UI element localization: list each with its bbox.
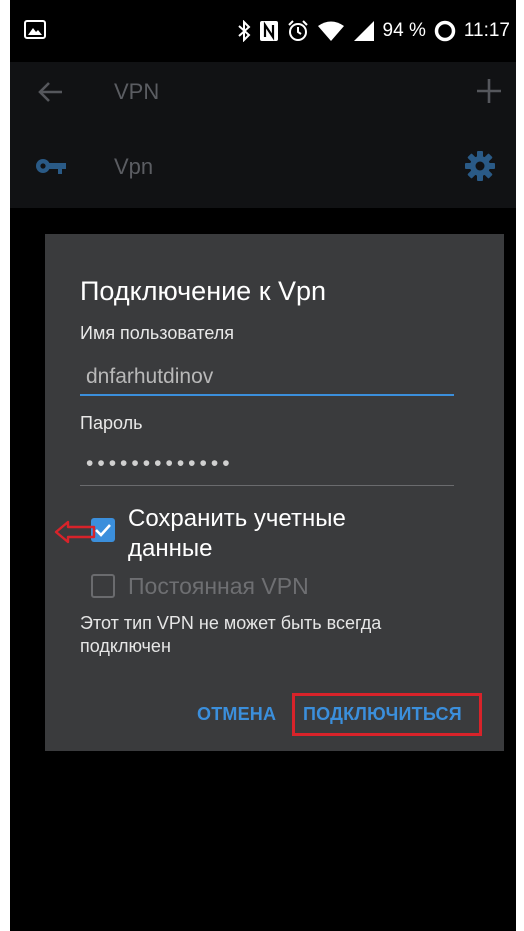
password-input[interactable]: ••••••••••••• [86,452,234,476]
password-label: Пароль [80,413,143,433]
dialog-title: Подключение к Vpn [80,276,327,306]
vpn-name: Vpn [114,154,154,179]
annotation-highlight-box [292,693,482,736]
username-input-underline [80,394,454,396]
connect-dialog: Подключение к Vpn Имя пользователя dnfar… [45,234,504,751]
always-on-checkbox[interactable] [91,574,115,598]
vpn-type-note: Этот тип VPN не может быть всегда подклю… [80,613,382,656]
username-label: Имя пользователя [80,323,235,343]
annotation-arrow-icon [54,520,96,544]
save-credentials-label[interactable]: Сохранить учетные [128,505,346,533]
battery-percent: 94 % [382,20,426,41]
username-input[interactable]: dnfarhutdinov [86,365,213,389]
always-on-label: Постоянная VPN [128,573,309,599]
battery-ring-icon [434,20,456,42]
gallery-icon [24,20,46,39]
cancel-button[interactable]: ОТМЕНА [197,704,276,725]
nfc-icon [259,21,278,41]
status-bar: 94 % 11:17 [10,0,516,62]
key-icon [36,159,66,174]
phone-screen: 94 % 11:17 VPN Vpn Подключение к Vpn Имя… [10,0,516,931]
status-icons: 94 % 11:17 [237,16,510,46]
arrow-left-icon[interactable] [36,77,66,107]
clock-time: 11:17 [463,20,510,41]
alarm-icon [287,20,308,41]
page-title: VPN [114,79,160,104]
gear-icon[interactable] [464,150,496,182]
bluetooth-icon [237,20,250,42]
save-credentials-label-line2[interactable]: данные [128,535,212,563]
vpn-list-item[interactable]: Vpn [10,124,516,208]
password-input-underline [80,485,454,486]
signal-icon [353,21,374,41]
plus-icon[interactable] [472,74,506,108]
app-toolbar: VPN [10,62,516,124]
wifi-icon [317,21,344,41]
